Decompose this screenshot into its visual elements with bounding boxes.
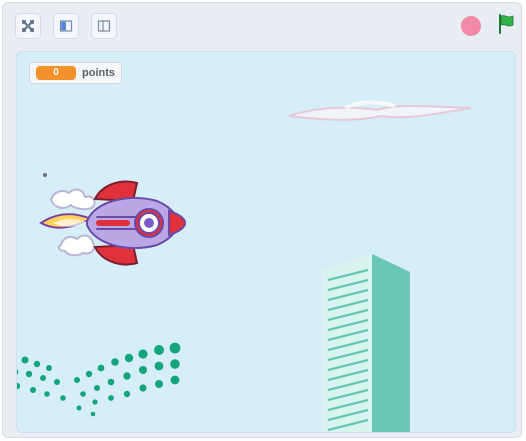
score-label: points — [82, 67, 115, 79]
stage-window: 0 points — [2, 2, 522, 438]
normal-stage-button[interactable] — [91, 13, 117, 39]
green-flag-icon — [495, 13, 517, 40]
small-stage-icon — [59, 19, 73, 33]
normal-stage-icon — [97, 19, 111, 33]
stage-toolbar — [3, 3, 521, 49]
fullscreen-button[interactable] — [15, 13, 41, 39]
cloud-sprite — [285, 98, 475, 131]
score-value: 0 — [36, 66, 76, 80]
fullscreen-icon — [21, 19, 35, 33]
stop-button[interactable] — [461, 16, 481, 36]
stage-canvas[interactable]: 0 points — [16, 51, 516, 433]
green-flag-button[interactable] — [493, 13, 519, 39]
small-stage-button[interactable] — [53, 13, 79, 39]
dots-sprite — [17, 340, 197, 432]
score-monitor: 0 points — [29, 62, 122, 84]
skyscraper-sprite — [322, 254, 417, 432]
rocket-sprite — [37, 167, 187, 282]
